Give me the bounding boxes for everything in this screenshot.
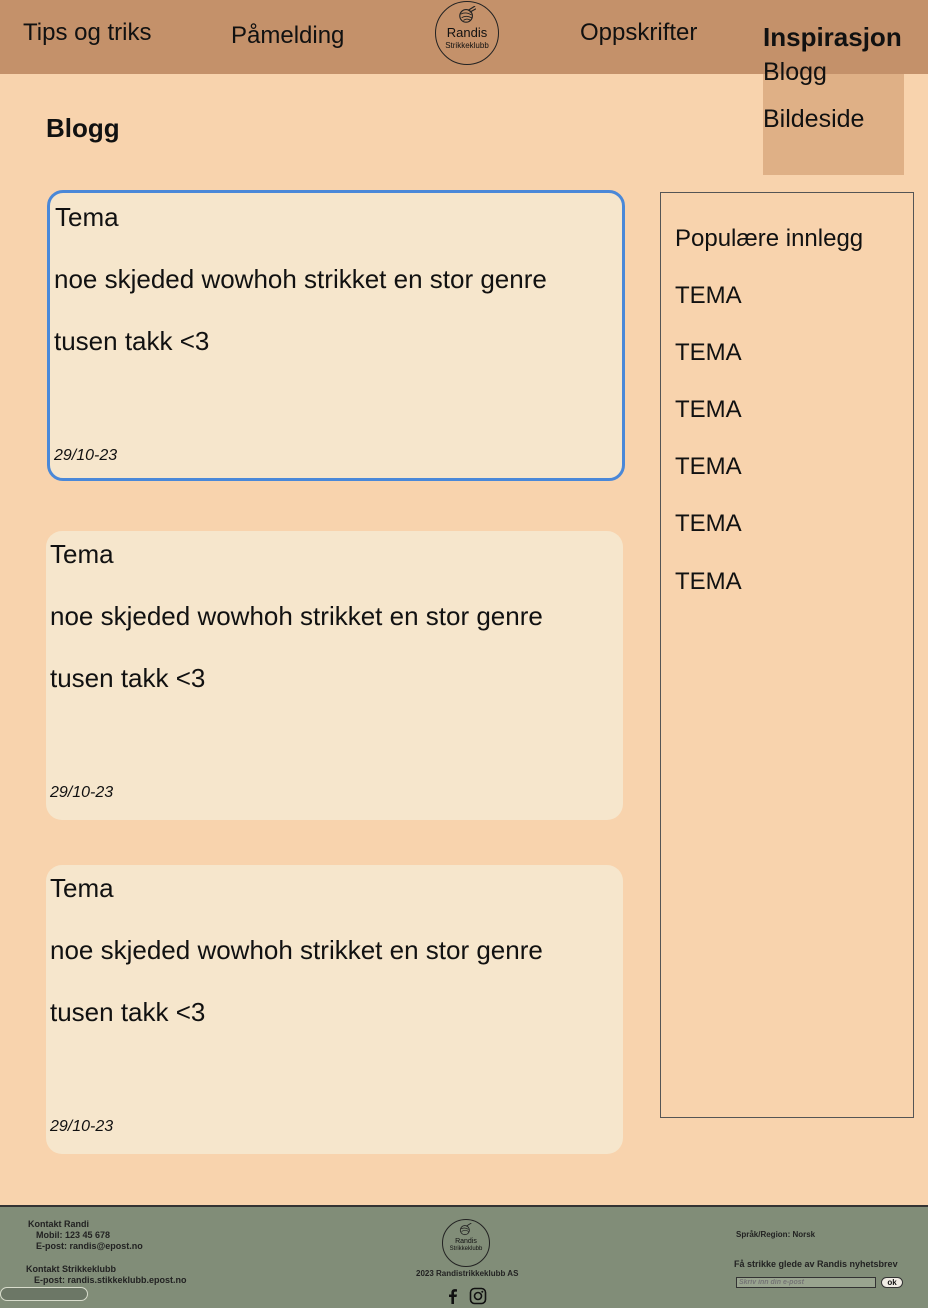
sidebar-title: Populære innlegg bbox=[675, 225, 864, 252]
post-theme: Tema bbox=[50, 539, 114, 569]
instagram-icon[interactable] bbox=[469, 1287, 487, 1305]
post-date: 29/10-23 bbox=[50, 784, 114, 801]
post-date: 29/10-23 bbox=[54, 447, 118, 464]
contact-randi-phone: Mobil: 123 45 678 bbox=[36, 1230, 111, 1240]
language-region[interactable]: Språk/Region: Norsk bbox=[736, 1230, 815, 1239]
popular-posts-sidebar: Populære innlegg TEMA TEMA TEMA TEMA TEM… bbox=[660, 192, 914, 1118]
popular-post-link[interactable]: TEMA bbox=[675, 510, 742, 538]
post-thanks: tusen takk <3 bbox=[50, 663, 206, 693]
nav-inspiration[interactable]: Inspirasjon bbox=[763, 22, 902, 53]
newsletter-ok-button[interactable]: ok bbox=[881, 1277, 903, 1288]
nav-tips[interactable]: Tips og triks bbox=[23, 19, 151, 47]
post-theme: Tema bbox=[50, 873, 114, 903]
post-body: noe skjeded wowhoh strikket en stor genr… bbox=[50, 601, 543, 631]
newsletter-label: Få strikke glede av Randis nyhetsbrev bbox=[734, 1259, 898, 1269]
newsletter-email-input[interactable] bbox=[736, 1277, 876, 1288]
footer-logo-subtitle: Strikkeklubb bbox=[449, 1246, 483, 1252]
footer-logo: Randis Strikkeklubb bbox=[442, 1219, 490, 1267]
blog-post-card[interactable]: Tema noe skjeded wowhoh strikket en stor… bbox=[46, 531, 623, 820]
popular-post-link[interactable]: TEMA bbox=[675, 568, 742, 596]
contact-randi-email[interactable]: E-post: randis@epost.no bbox=[36, 1241, 143, 1251]
contact-club-email[interactable]: E-post: randis.stikkeklubb.epost.no bbox=[34, 1275, 187, 1285]
popular-post-link[interactable]: TEMA bbox=[675, 339, 742, 367]
contact-randi-title: Kontakt Randi bbox=[28, 1219, 90, 1229]
popular-post-link[interactable]: TEMA bbox=[675, 396, 742, 424]
footer: Kontakt Randi Mobil: 123 45 678 E-post: … bbox=[0, 1205, 928, 1308]
blog-post-card[interactable]: Tema noe skjeded wowhoh strikket en stor… bbox=[47, 190, 625, 481]
popular-post-link[interactable]: TEMA bbox=[675, 453, 742, 481]
post-thanks: tusen takk <3 bbox=[54, 326, 210, 356]
post-date: 29/10-23 bbox=[50, 1118, 114, 1135]
logo-subtitle: Strikkeklubb bbox=[445, 41, 489, 50]
nav-signup[interactable]: Påmelding bbox=[231, 22, 344, 50]
facebook-icon[interactable] bbox=[444, 1287, 462, 1305]
logo[interactable]: Randis Strikkeklubb bbox=[435, 1, 499, 65]
nav-recipes[interactable]: Oppskrifter bbox=[580, 19, 697, 47]
post-thanks: tusen takk <3 bbox=[50, 997, 206, 1027]
post-body: noe skjeded wowhoh strikket en stor genr… bbox=[54, 264, 547, 294]
dropdown-item-blogg[interactable]: Blogg bbox=[763, 58, 827, 87]
yarn-ball-icon bbox=[459, 6, 476, 23]
footer-logo-title: Randis bbox=[455, 1238, 477, 1245]
logo-title: Randis bbox=[446, 25, 488, 40]
blog-post-card[interactable]: Tema noe skjeded wowhoh strikket en stor… bbox=[46, 865, 623, 1154]
horizontal-scrollbar[interactable] bbox=[0, 1287, 88, 1301]
popular-post-link[interactable]: TEMA bbox=[675, 282, 742, 310]
dropdown-item-bildeside[interactable]: Bildeside bbox=[763, 105, 864, 134]
post-body: noe skjeded wowhoh strikket en stor genr… bbox=[50, 935, 543, 965]
copyright: 2023 Randistrikkeklubb AS bbox=[416, 1269, 519, 1278]
contact-club-title: Kontakt Strikkeklubb bbox=[26, 1264, 117, 1274]
yarn-ball-icon bbox=[459, 1223, 472, 1236]
page-title: Blogg bbox=[46, 113, 120, 143]
post-theme: Tema bbox=[55, 202, 119, 232]
